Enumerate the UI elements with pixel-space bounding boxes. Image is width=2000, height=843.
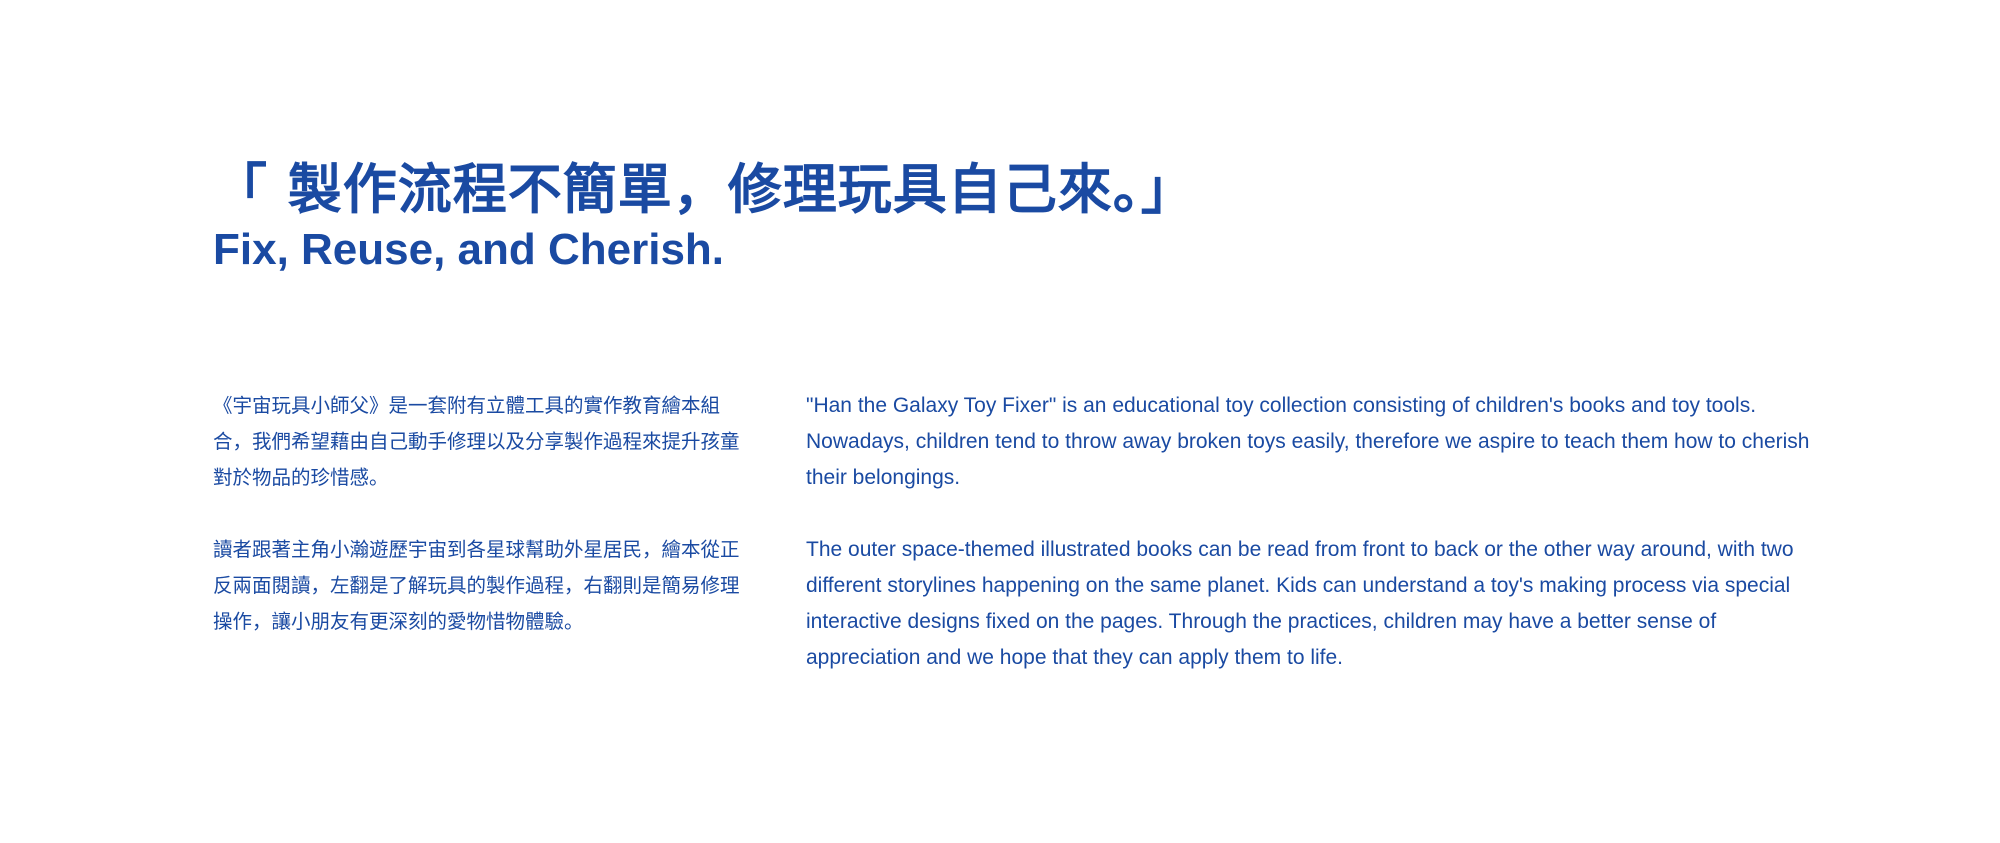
heading-block: 「 製作流程不簡單，修理玩具自己來。」 Fix, Reuse, and Cher… <box>213 158 1196 276</box>
chinese-paragraph-intro: 《宇宙玩具小師父》是一套附有立體工具的實作教育繪本組合，我們希望藉由自己動手修理… <box>213 394 740 489</box>
page-title-chinese: 「 製作流程不簡單，修理玩具自己來。」 <box>213 158 1196 221</box>
chinese-description-column: 《宇宙玩具小師父》是一套附有立體工具的實作教育繪本組合，我們希望藉由自己動手修理… <box>213 388 753 676</box>
english-description-column: "Han the Galaxy Toy Fixer" is an educati… <box>806 388 1816 712</box>
page: 「 製作流程不簡單，修理玩具自己來。」 Fix, Reuse, and Cher… <box>0 0 2000 843</box>
english-paragraph-intro: "Han the Galaxy Toy Fixer" is an educati… <box>806 394 1810 489</box>
english-paragraph-story: The outer space-themed illustrated books… <box>806 538 1794 669</box>
chinese-paragraph-story: 讀者跟著主角小瀚遊歷宇宙到各星球幫助外星居民，繪本從正反兩面閱讀，左翻是了解玩具… <box>213 538 740 633</box>
page-title-english: Fix, Reuse, and Cherish. <box>213 225 725 274</box>
